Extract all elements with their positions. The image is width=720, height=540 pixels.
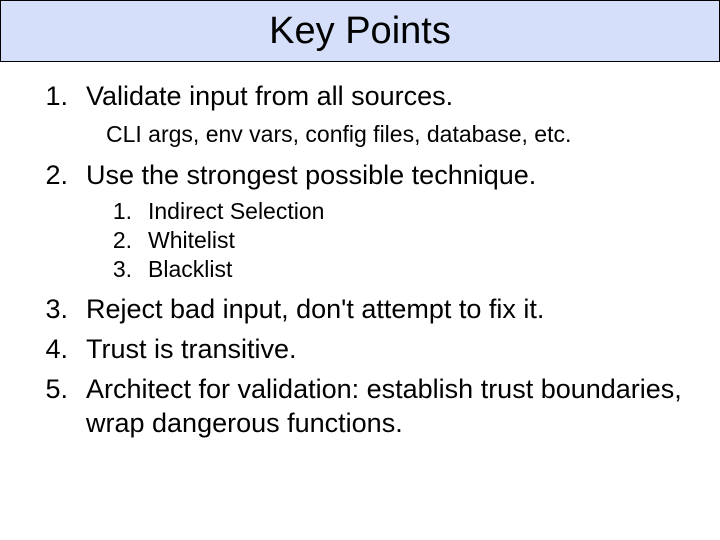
sublist: 1. Indirect Selection 2. Whitelist 3. Bl… — [106, 198, 690, 283]
slide: Key Points 1. Validate input from all so… — [0, 0, 720, 540]
list-number: 5. — [34, 374, 86, 405]
sublist-item: 1. Indirect Selection — [106, 198, 690, 225]
list-item: 2. Use the strongest possible technique. — [34, 159, 690, 193]
sublist-number: 3. — [106, 256, 148, 283]
sublist-item: 2. Whitelist — [106, 227, 690, 254]
slide-title: Key Points — [269, 10, 451, 53]
slide-content: 1. Validate input from all sources. CLI … — [34, 80, 690, 446]
list-text: Use the strongest possible technique. — [86, 159, 690, 193]
list-subtext: CLI args, env vars, config files, databa… — [106, 120, 690, 149]
title-bar: Key Points — [0, 0, 720, 62]
list-number: 1. — [34, 81, 86, 112]
list-item: 3. Reject bad input, don't attempt to fi… — [34, 293, 690, 327]
list-item: 1. Validate input from all sources. — [34, 80, 690, 114]
list-number: 3. — [34, 294, 86, 325]
list-item: 4. Trust is transitive. — [34, 333, 690, 367]
list-text: Architect for validation: establish trus… — [86, 373, 690, 441]
sublist-text: Whitelist — [148, 227, 690, 254]
list-text: Validate input from all sources. — [86, 80, 690, 114]
list-text: Trust is transitive. — [86, 333, 690, 367]
sublist-number: 2. — [106, 227, 148, 254]
sublist-text: Blacklist — [148, 256, 690, 283]
list-text: Reject bad input, don't attempt to fix i… — [86, 293, 690, 327]
list-number: 4. — [34, 334, 86, 365]
sublist-item: 3. Blacklist — [106, 256, 690, 283]
list-number: 2. — [34, 160, 86, 191]
sublist-text: Indirect Selection — [148, 198, 690, 225]
sublist-number: 1. — [106, 198, 148, 225]
list-item: 5. Architect for validation: establish t… — [34, 373, 690, 441]
